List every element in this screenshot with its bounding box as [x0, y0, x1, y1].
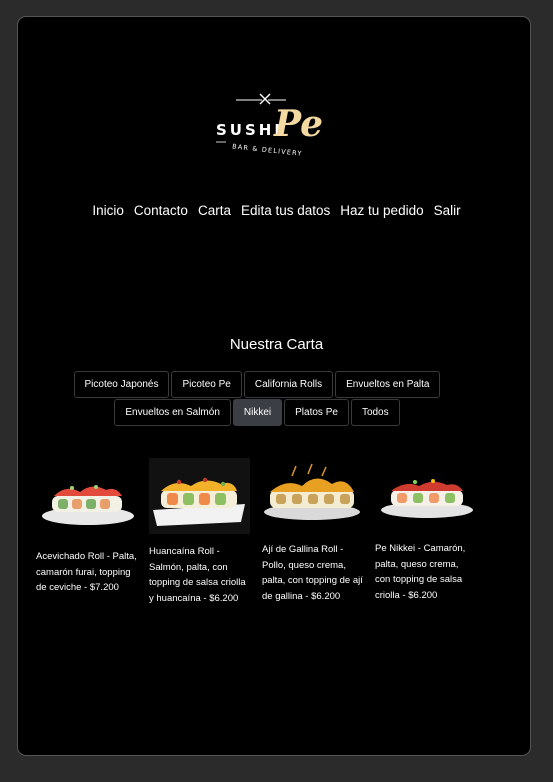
- filter-nikkei[interactable]: Nikkei: [232, 399, 283, 426]
- category-filters: Picoteo Japonés Picoteo Pe California Ro…: [60, 371, 454, 426]
- product-description: Ají de Gallina Roll - Pollo, queso crema…: [262, 544, 363, 602]
- product-image: [262, 458, 363, 534]
- nav-salir[interactable]: Salir: [434, 203, 461, 218]
- filter-todos[interactable]: Todos: [350, 399, 400, 426]
- filter-california-rolls[interactable]: California Rolls: [243, 371, 334, 398]
- section-title: Nuestra Carta: [229, 336, 324, 353]
- product-description: Pe Nikkei - Camarón, palta, queso crema,…: [375, 543, 466, 601]
- nav-edita-tus-datos[interactable]: Edita tus datos: [241, 203, 330, 218]
- product-card[interactable]: Ají de Gallina Roll - Pollo, queso crema…: [262, 441, 363, 606]
- product-card[interactable]: Acevichado Roll - Palta, camarón furai, …: [36, 441, 137, 606]
- main-nav: Inicio Contacto Carta Edita tus datos Ha…: [0, 203, 553, 218]
- logo-sushi-text: SUSHI: [216, 121, 283, 139]
- product-description: Acevichado Roll - Palta, camarón furai, …: [36, 551, 137, 593]
- nav-contacto[interactable]: Contacto: [134, 203, 188, 218]
- nav-haz-tu-pedido[interactable]: Haz tu pedido: [340, 203, 423, 218]
- product-image: [375, 458, 476, 534]
- product-description: Huancaína Roll - Salmón, palta, con topp…: [149, 546, 246, 604]
- filter-envueltos-en-salmon[interactable]: Envueltos en Salmón: [114, 399, 231, 426]
- nav-inicio[interactable]: Inicio: [92, 203, 124, 218]
- product-image: [36, 466, 137, 542]
- nav-carta[interactable]: Carta: [198, 203, 231, 218]
- filter-picoteo-japones[interactable]: Picoteo Japonés: [73, 371, 170, 398]
- logo-pe-text: Pe: [273, 103, 323, 145]
- filter-picoteo-pe[interactable]: Picoteo Pe: [171, 371, 242, 398]
- product-card[interactable]: Pe Nikkei - Camarón, palta, queso crema,…: [375, 441, 476, 606]
- filter-envueltos-en-palta[interactable]: Envueltos en Palta: [335, 371, 441, 398]
- product-image: [149, 458, 250, 534]
- product-grid: Acevichado Roll - Palta, camarón furai, …: [36, 441, 476, 606]
- product-card[interactable]: Huancaína Roll - Salmón, palta, con topp…: [149, 441, 250, 606]
- filter-platos-pe[interactable]: Platos Pe: [284, 399, 349, 426]
- sushi-pe-logo: SUSHI Pe BAR & DELIVERY: [216, 93, 323, 158]
